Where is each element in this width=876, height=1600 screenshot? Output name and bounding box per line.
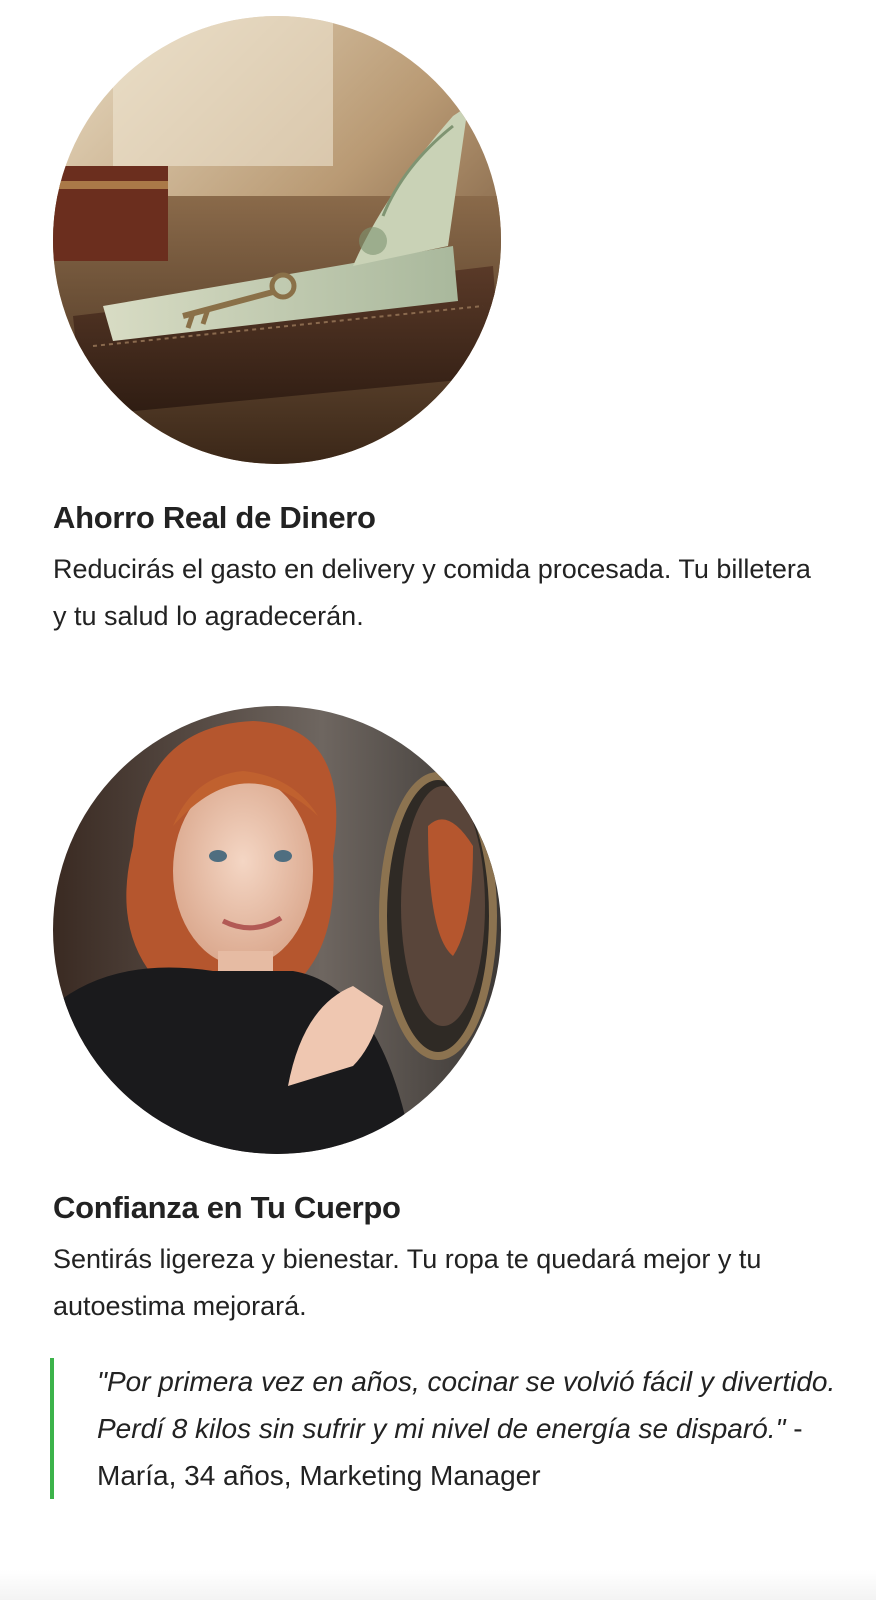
feature-confidence: Confianza en Tu Cuerpo Sentirás ligereza… (53, 706, 823, 1330)
testimonial-text: "Por primera vez en años, cocinar se vol… (97, 1366, 836, 1444)
feature-title: Confianza en Tu Cuerpo (53, 1190, 401, 1225)
bottom-fade (0, 1570, 876, 1600)
feature-savings: Ahorro Real de Dinero Reducirás el gasto… (53, 16, 823, 640)
money-wallet-key-photo (53, 16, 501, 464)
feature-title: Ahorro Real de Dinero (53, 500, 376, 535)
feature-description: Sentirás ligereza y bienestar. Tu ropa t… (53, 1244, 762, 1322)
woman-mirror-photo (53, 706, 501, 1154)
feature-description: Reducirás el gasto en delivery y comida … (53, 554, 811, 632)
page: Ahorro Real de Dinero Reducirás el gasto… (0, 0, 876, 1600)
testimonial-quote: "Por primera vez en años, cocinar se vol… (50, 1358, 857, 1499)
